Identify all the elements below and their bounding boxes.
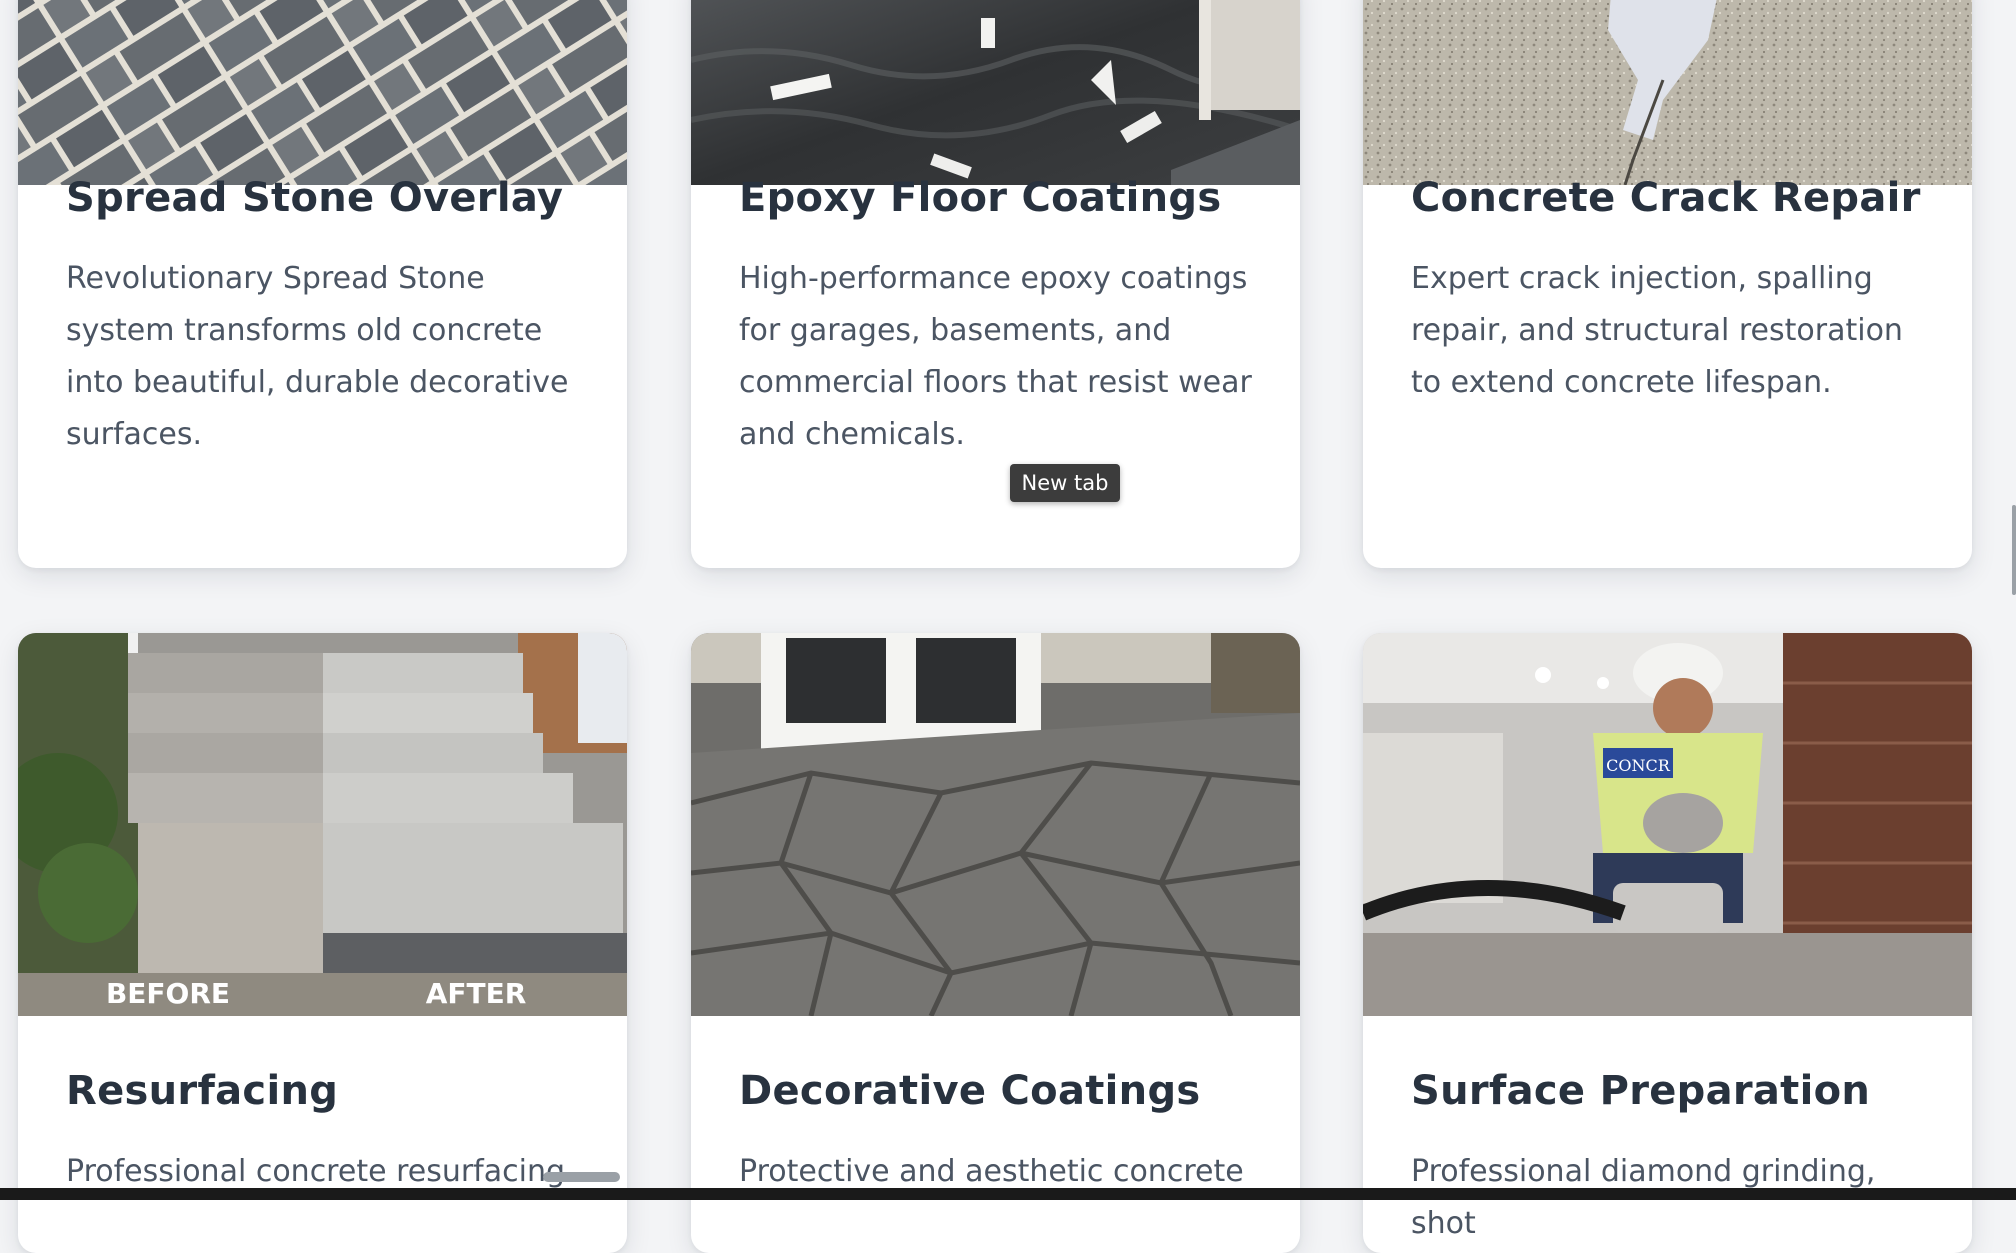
before-label: BEFORE [106,977,230,1010]
card-image-crack-repair [1363,0,1972,185]
card-image-before-after: BEFORE AFTER [18,633,627,1016]
card-image-stamped-patio [691,633,1300,1016]
vertical-scrollbar-thumb[interactable] [2012,505,2016,595]
card-title: Epoxy Floor Coatings [739,175,1222,221]
card-image-worker-grinding: CONCR [1363,633,1972,1016]
card-title: Decorative Coatings [739,1068,1201,1114]
horizontal-scrollbar-thumb[interactable] [543,1172,620,1182]
card-title: Spread Stone Overlay [66,175,564,221]
service-card-surface-preparation[interactable]: CONCR Surface Preparation Professional d… [1363,633,1972,1253]
new-tab-tooltip: New tab [1010,464,1120,502]
card-title: Resurfacing [66,1068,339,1114]
service-card-epoxy-floor[interactable]: Epoxy Floor Coatings High-performance ep… [691,0,1300,568]
shirt-logo-text: CONCR [1606,756,1671,775]
card-description: Revolutionary Spread Stone system transf… [66,261,569,452]
card-description: Expert crack injection, spalling repair,… [1411,261,1903,400]
card-description: High-performance epoxy coatings for gara… [739,261,1252,452]
service-card-crack-repair[interactable]: Concrete Crack Repair Expert crack injec… [1363,0,1972,568]
card-title: Concrete Crack Repair [1411,175,1921,221]
service-card-resurfacing[interactable]: BEFORE AFTER Resurfacing Professional co… [18,633,627,1253]
card-image-stone-paver [18,0,627,185]
card-image-epoxy-floor [691,0,1300,185]
service-card-spread-stone[interactable]: Spread Stone Overlay Revolutionary Sprea… [18,0,627,568]
service-card-decorative-coatings[interactable]: Decorative Coatings Protective and aesth… [691,633,1300,1253]
after-label: AFTER [426,977,527,1010]
bottom-edge-bar [0,1188,2016,1200]
card-title: Surface Preparation [1411,1068,1871,1114]
